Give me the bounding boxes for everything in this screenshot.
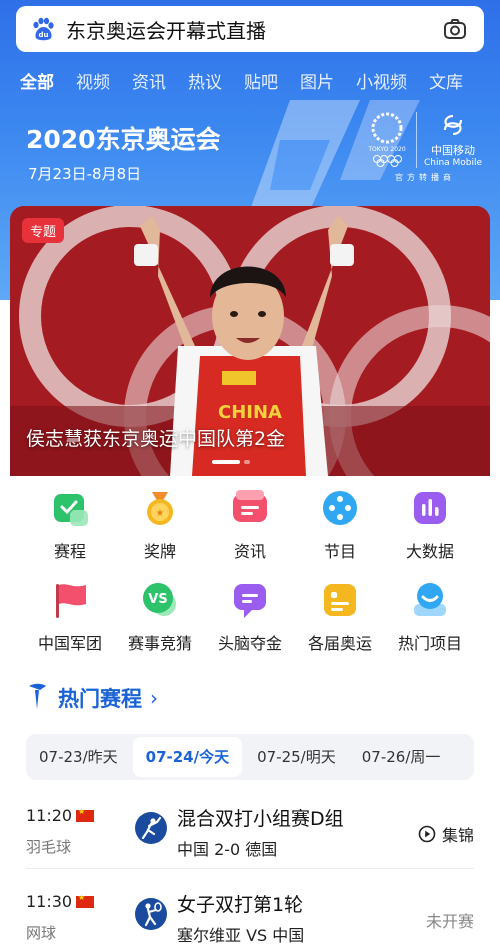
grid-item-quiz[interactable]: 头脑夺金 <box>205 578 295 670</box>
grid-label: 头脑夺金 <box>217 634 282 653</box>
tab-news[interactable]: 资讯 <box>121 68 177 93</box>
date-tab-monday[interactable]: 07-26/周一 <box>349 737 454 777</box>
grid-label: 各届奥运 <box>307 634 372 653</box>
date-tab-tomorrow[interactable]: 07-25/明天 <box>244 737 349 777</box>
torch-icon <box>26 682 48 714</box>
news-icon <box>230 488 270 528</box>
svg-text:du: du <box>39 31 49 39</box>
grid-item-past-olympics[interactable]: 各届奥运 <box>295 578 385 670</box>
match-time: 11:30 <box>26 892 73 911</box>
search-input[interactable]: 东京奥运会开幕式直播 <box>66 15 442 44</box>
china-flag-icon <box>76 807 94 822</box>
hero-card[interactable]: CHINA 专题 侯志慧获东京奥运中国队第2金 <box>10 206 490 476</box>
grid-item-big-data[interactable]: 大数据 <box>385 486 475 578</box>
camera-icon[interactable] <box>442 16 468 42</box>
topic-badge: 专题 <box>22 218 65 243</box>
date-tab-yesterday[interactable]: 07-23/昨天 <box>26 737 131 777</box>
grid-item-news[interactable]: 资讯 <box>205 486 295 578</box>
svg-text:VS: VS <box>148 592 167 607</box>
section-title: 热门赛程 <box>58 687 142 711</box>
china-mobile-logo: 中国移动 China Mobile <box>420 114 486 168</box>
event-dates: 7月23日-8月8日 <box>28 165 142 183</box>
popular-sport-icon <box>410 580 450 620</box>
chevron-right-icon: › <box>150 686 158 710</box>
schedule-icon <box>50 488 90 528</box>
tab-short-video[interactable]: 小视频 <box>345 68 418 93</box>
feature-grid: 赛程 ★ 奖牌 资讯 节目 大数据 中国军团 VS 赛事竞猜 头脑夺金 各届奥运… <box>0 486 500 670</box>
highlights-label: 集锦 <box>441 826 474 845</box>
svg-text:TOKYO 2020: TOKYO 2020 <box>367 146 406 153</box>
search-bar[interactable]: du 东京奥运会开幕式直播 <box>16 6 484 52</box>
row-divider <box>26 868 474 869</box>
sponsor-block: TOKYO 2020 中国移动 China Mobile 官方转播商 <box>362 110 487 185</box>
grid-label: 中国军团 <box>37 634 102 653</box>
tab-wenku[interactable]: 文库 <box>418 68 474 93</box>
tab-discussion[interactable]: 热议 <box>177 68 233 93</box>
tokyo-2020-logo: TOKYO 2020 <box>362 110 412 170</box>
program-icon <box>320 488 360 528</box>
hero-caption: 侯志慧获东京奥运中国队第2金 <box>26 428 286 450</box>
badminton-icon <box>135 812 167 844</box>
match-status: 未开赛 <box>425 912 474 931</box>
grid-label: 资讯 <box>233 542 266 561</box>
date-selector: 07-23/昨天 07-24/今天 07-25/明天 07-26/周一 <box>26 734 474 780</box>
tab-all[interactable]: 全部 <box>0 68 65 93</box>
tab-video[interactable]: 视频 <box>65 68 121 93</box>
grid-row: 中国军团 VS 赛事竞猜 头脑夺金 各届奥运 热门项目 <box>0 578 500 670</box>
match-title: 混合双打小组赛D组 <box>177 808 344 830</box>
grid-item-guessing[interactable]: VS 赛事竞猜 <box>115 578 205 670</box>
date-tab-today[interactable]: 07-24/今天 <box>132 737 243 777</box>
history-icon <box>320 580 360 620</box>
event-title: 2020东京奥运会 <box>26 125 221 154</box>
grid-item-programs[interactable]: 节目 <box>295 486 385 578</box>
grid-label: 大数据 <box>405 542 454 561</box>
highlights-button[interactable]: 集锦 <box>418 822 474 846</box>
match-time: 11:20 <box>26 806 73 825</box>
play-circle-icon <box>418 825 442 843</box>
match-sport: 羽毛球 <box>26 838 72 856</box>
tab-tieba[interactable]: 贴吧 <box>233 68 289 93</box>
grid-label: 赛事竞猜 <box>127 634 192 653</box>
grid-item-medals[interactable]: ★ 奖牌 <box>115 486 205 578</box>
match-score: 塞尔维亚 VS 中国 <box>177 926 305 945</box>
match-row[interactable]: 11:30 网球 女子双打第1轮 塞尔维亚 VS 中国 未开赛 <box>0 886 500 950</box>
match-score: 中国 2-0 德国 <box>177 840 278 859</box>
grid-item-china-team[interactable]: 中国军团 <box>25 578 115 670</box>
match-sport: 网球 <box>26 924 57 942</box>
category-tabs: 全部 视频 资讯 热议 贴吧 图片 小视频 文库 <box>0 62 500 98</box>
carousel-dot-active <box>212 460 240 464</box>
grid-item-popular-sports[interactable]: 热门项目 <box>385 578 475 670</box>
carousel-indicator <box>212 460 250 464</box>
china-flag-icon <box>76 893 94 908</box>
svg-text:★: ★ <box>156 508 165 519</box>
medal-icon: ★ <box>140 488 180 528</box>
hot-schedule-header[interactable]: 热门赛程 › <box>26 682 158 714</box>
sponsor-name-en: China Mobile <box>423 158 483 168</box>
sponsor-divider <box>416 112 417 168</box>
bigdata-icon <box>410 488 450 528</box>
grid-item-schedule[interactable]: 赛程 <box>25 486 115 578</box>
vs-icon: VS <box>140 580 180 620</box>
carousel-dot <box>244 460 250 464</box>
sponsor-name: 中国移动 <box>431 144 475 157</box>
tab-images[interactable]: 图片 <box>289 68 345 93</box>
official-broadcaster-label: 官方转播商 <box>395 173 455 182</box>
grid-row: 赛程 ★ 奖牌 资讯 节目 大数据 <box>0 486 500 578</box>
svg-text:CHINA: CHINA <box>218 402 282 423</box>
grid-label: 热门项目 <box>397 634 462 653</box>
grid-label: 节目 <box>323 542 356 561</box>
baidu-paw-icon[interactable]: du <box>30 16 56 42</box>
grid-label: 奖牌 <box>143 542 176 561</box>
tennis-icon <box>135 898 167 930</box>
flag-icon <box>50 580 90 620</box>
match-title: 女子双打第1轮 <box>177 894 304 916</box>
grid-label: 赛程 <box>53 542 86 561</box>
quiz-icon <box>230 580 270 620</box>
